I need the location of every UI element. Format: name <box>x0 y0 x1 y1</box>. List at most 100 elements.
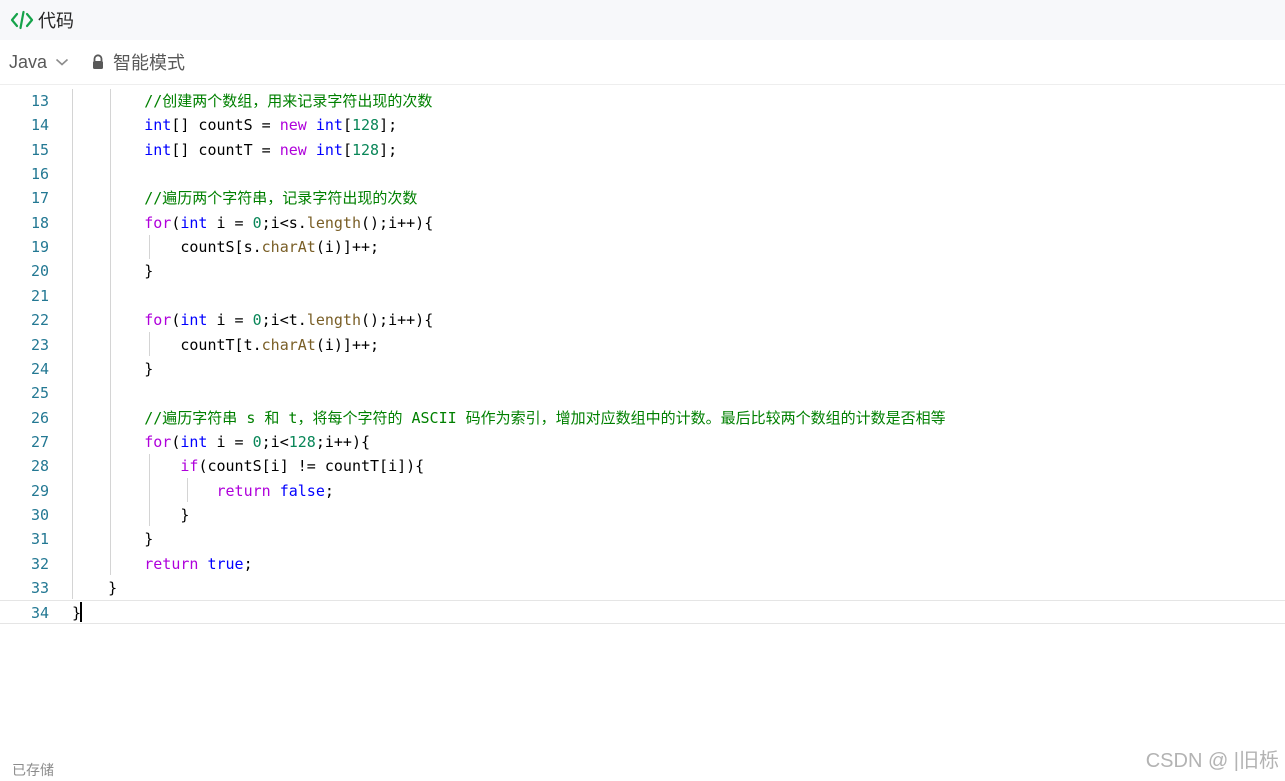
line-number: 29 <box>30 481 49 500</box>
code-line[interactable]: 14 int[] countS = new int[128]; <box>0 113 1285 137</box>
code-token: for <box>144 311 172 330</box>
line-number: 25 <box>30 384 49 403</box>
code-line[interactable]: 23 countT[t.charAt(i)]++; <box>0 333 1285 357</box>
code-line[interactable]: 16 <box>0 162 1285 186</box>
line-number: 15 <box>30 140 49 159</box>
code-token: [] countS = <box>171 116 280 135</box>
code-token: for <box>144 432 172 451</box>
chevron-down-icon <box>55 57 69 67</box>
code-line[interactable]: 25 <box>0 381 1285 405</box>
code-line[interactable]: 29 return false; <box>0 479 1285 503</box>
code-token: charAt <box>261 335 316 354</box>
code-token: 128 <box>351 116 380 135</box>
code-line[interactable]: 21 <box>0 284 1285 308</box>
code-token: } <box>72 505 190 524</box>
code-token: (i)]++; <box>315 238 380 257</box>
code-token: [] countT = <box>171 140 280 159</box>
code-text: if(countS[i] != countT[i]){ <box>72 454 424 478</box>
code-token: i = <box>207 213 253 232</box>
code-token: int <box>315 140 343 159</box>
code-token: length <box>306 311 361 330</box>
code-token: false <box>279 481 325 500</box>
code-text: countT[t.charAt(i)]++; <box>72 333 379 357</box>
editor-toolbar: Java 智能模式 <box>0 40 1285 85</box>
code-text: int[] countT = new int[128]; <box>72 138 397 162</box>
line-number: 26 <box>30 408 49 427</box>
code-token: charAt <box>261 238 316 257</box>
line-number: 13 <box>30 92 49 110</box>
code-line[interactable]: 32 return true; <box>0 552 1285 576</box>
code-editor[interactable]: 13 //创建两个数组，用来记录字符出现的次数 14 int[] countS =… <box>0 89 1285 639</box>
code-line[interactable]: 33 } <box>0 576 1285 600</box>
line-number: 34 <box>30 604 49 623</box>
code-token: } <box>72 579 118 597</box>
code-line[interactable]: 31 } <box>0 527 1285 551</box>
mode-label: 智能模式 <box>113 53 186 73</box>
code-token: 128 <box>288 432 316 451</box>
code-token: 128 <box>351 140 380 159</box>
code-line-current[interactable]: 34} <box>0 600 1285 625</box>
code-token: [ <box>342 116 352 135</box>
code-text: for(int i = 0;i<128;i++){ <box>72 430 370 454</box>
code-token: return <box>144 554 199 573</box>
code-token: //遍历字符串 s 和 t，将每个字符的 ASCII 码作为索引，增加对应数组中… <box>144 408 946 427</box>
line-number: 32 <box>30 554 49 573</box>
code-line[interactable]: 30 } <box>0 503 1285 527</box>
code-token: return <box>216 481 271 500</box>
code-line[interactable]: 24 } <box>0 357 1285 381</box>
line-number: 28 <box>30 457 49 476</box>
code-text: return true; <box>72 552 253 576</box>
lock-icon <box>91 54 105 70</box>
smart-mode-toggle[interactable]: 智能模式 <box>91 49 185 75</box>
code-icon <box>10 10 34 30</box>
code-line[interactable]: 19 countS[s.charAt(i)]++; <box>0 235 1285 259</box>
code-token: 0 <box>252 311 262 330</box>
code-token: 0 <box>252 432 262 451</box>
code-text: countS[s.charAt(i)]++; <box>72 235 379 259</box>
panel-title: 代码 <box>38 11 74 31</box>
code-line[interactable]: 17 //遍历两个字符串，记录字符出现的次数 <box>0 186 1285 210</box>
code-line[interactable]: 13 //创建两个数组，用来记录字符出现的次数 <box>0 89 1285 113</box>
code-text: //创建两个数组，用来记录字符出现的次数 <box>72 89 432 113</box>
code-line[interactable]: 15 int[] countT = new int[128]; <box>0 138 1285 162</box>
line-number: 21 <box>30 286 49 305</box>
line-number: 27 <box>30 432 49 451</box>
code-line[interactable]: 20 } <box>0 259 1285 283</box>
code-token: ();i++){ <box>361 311 434 330</box>
code-token: int <box>144 116 172 135</box>
code-text: //遍历两个字符串，记录字符出现的次数 <box>72 186 417 210</box>
code-text: for(int i = 0;i<t.length();i++){ <box>72 308 433 332</box>
code-token: ; <box>324 481 334 500</box>
code-token: ;i<t. <box>261 311 307 330</box>
code-token: new <box>279 116 307 135</box>
code-line[interactable]: 27 for(int i = 0;i<128;i++){ <box>0 430 1285 454</box>
code-token: ;i++){ <box>315 432 371 451</box>
line-number: 19 <box>30 238 49 257</box>
code-token: if <box>180 457 199 476</box>
code-token: true <box>207 554 244 573</box>
code-text: //遍历字符串 s 和 t，将每个字符的 ASCII 码作为索引，增加对应数组中… <box>72 406 946 430</box>
language-select[interactable]: Java <box>9 52 69 73</box>
code-token: int <box>180 432 208 451</box>
code-token: int <box>144 140 172 159</box>
code-line[interactable]: 18 for(int i = 0;i<s.length();i++){ <box>0 211 1285 235</box>
code-line[interactable]: 28 if(countS[i] != countT[i]){ <box>0 454 1285 478</box>
code-line[interactable]: 22 for(int i = 0;i<t.length();i++){ <box>0 308 1285 332</box>
code-token: ();i++){ <box>361 213 434 232</box>
code-text: } <box>72 357 153 381</box>
code-token: for <box>144 213 172 232</box>
language-label: Java <box>9 51 48 72</box>
line-number: 16 <box>30 165 49 184</box>
code-line[interactable]: 26 //遍历字符串 s 和 t，将每个字符的 ASCII 码作为索引，增加对应… <box>0 406 1285 430</box>
code-token: ; <box>243 554 253 573</box>
save-status: 已存储 <box>12 762 54 778</box>
code-text: } <box>72 527 153 551</box>
